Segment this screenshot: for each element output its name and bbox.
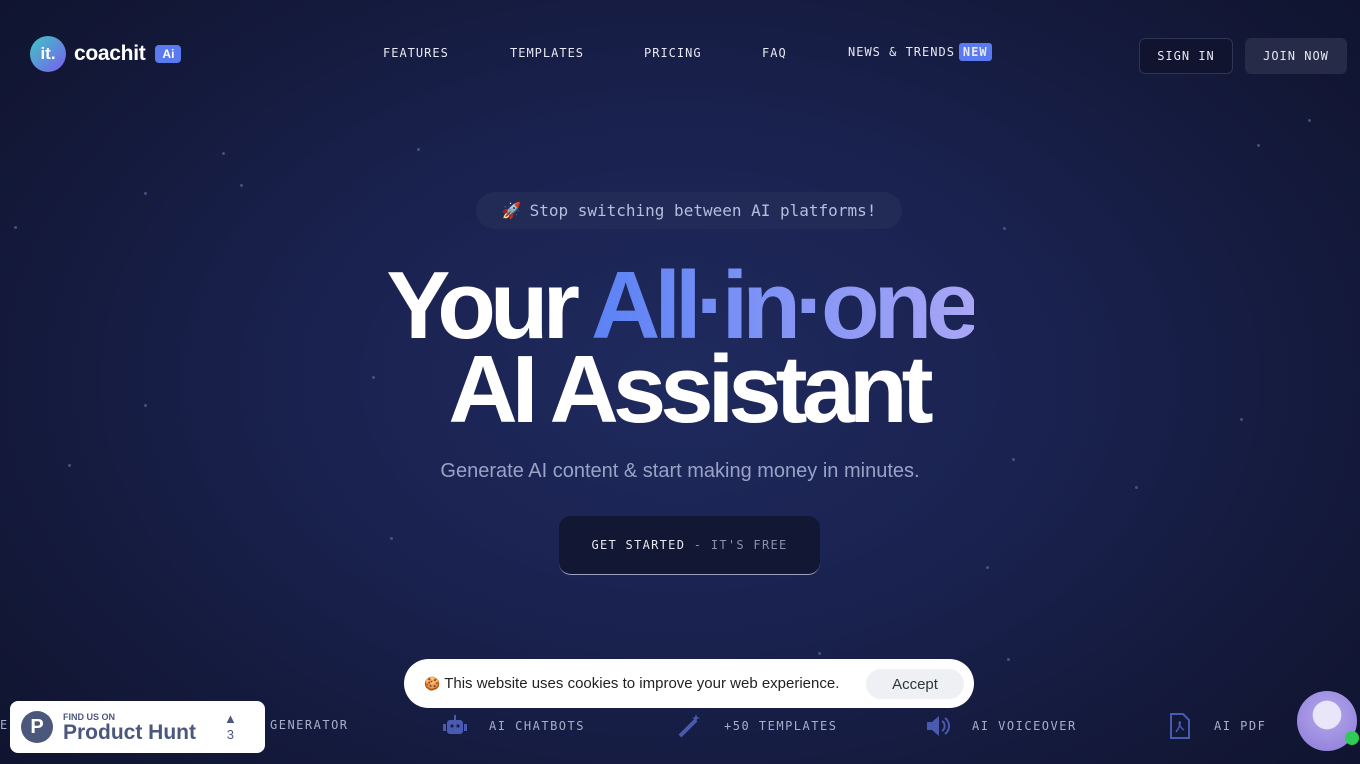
nav-templates[interactable]: TEMPLATES (510, 46, 584, 60)
hero-subtitle: Generate AI content & start making money… (440, 460, 920, 482)
robot-icon (443, 715, 467, 734)
online-indicator (1345, 731, 1359, 745)
logo-text: coachit (74, 42, 146, 65)
product-hunt-logo: P (21, 711, 53, 743)
speaker-icon (927, 716, 950, 736)
new-badge: NEW (958, 43, 992, 61)
join-now-button[interactable]: JOIN NOW (1245, 38, 1347, 74)
cookie-icon: 🍪 (424, 675, 441, 691)
nav-news-trends[interactable]: NEWS & TRENDS NEW (848, 43, 992, 61)
nav-pricing[interactable]: PRICING (644, 46, 702, 60)
rocket-icon: 🚀 (501, 201, 522, 220)
nav-features[interactable]: FEATURES (383, 46, 449, 60)
cookie-banner: 🍪 This website uses cookies to improve y… (404, 659, 974, 708)
cookie-text: This website uses cookies to improve you… (444, 675, 840, 692)
sign-in-button[interactable]: SIGN IN (1139, 38, 1233, 74)
feature-item-cutoff[interactable]: E (0, 718, 9, 732)
cta-sep: - (685, 538, 711, 552)
feature-item-templates[interactable]: +50 TEMPLATES (676, 712, 837, 740)
feature-label: AI CHATBOTS (489, 719, 585, 733)
feature-label: AI PDF (1214, 719, 1267, 733)
logo-badge: Ai (155, 45, 182, 63)
feature-label: E (0, 718, 9, 732)
feature-item-voiceover[interactable]: AI VOICEOVER (924, 712, 1077, 740)
feature-label: GENERATOR (270, 718, 349, 732)
feature-label: +50 TEMPLATES (724, 719, 838, 733)
nav-faq[interactable]: FAQ (762, 46, 787, 60)
cta-main: GET STARTED (591, 538, 686, 552)
logo[interactable]: it. coachit Ai (30, 36, 182, 72)
tagline-pill: 🚀 Stop switching between AI platforms! (476, 192, 902, 229)
product-hunt-badge[interactable]: P FIND US ON Product Hunt ▲ 3 (10, 701, 265, 753)
logo-mark: it. (30, 36, 66, 72)
vote-count: 3 (226, 727, 235, 742)
hero-title-line2: AI Assistant (448, 336, 933, 443)
magic-wand-icon (678, 714, 700, 738)
cta-secondary: IT'S FREE (710, 538, 788, 552)
nav-news-label: NEWS & TRENDS (848, 45, 955, 59)
chat-assistant-avatar[interactable] (1297, 691, 1359, 751)
upvote-arrow-icon: ▲ (223, 711, 237, 727)
tagline-text: Stop switching between AI platforms! (529, 201, 877, 220)
feature-label: AI VOICEOVER (972, 719, 1077, 733)
pdf-file-icon (1170, 713, 1190, 739)
ph-small-text: FIND US ON (63, 711, 116, 722)
ph-big-text: Product Hunt (63, 720, 196, 744)
feature-item-chatbots[interactable]: AI CHATBOTS (441, 712, 585, 740)
get-started-button[interactable]: GET STARTED - IT'S FREE (559, 516, 820, 575)
feature-item-generator[interactable]: GENERATOR (270, 718, 349, 732)
accept-cookies-button[interactable]: Accept (866, 669, 964, 699)
feature-item-pdf[interactable]: AI PDF (1166, 712, 1266, 740)
